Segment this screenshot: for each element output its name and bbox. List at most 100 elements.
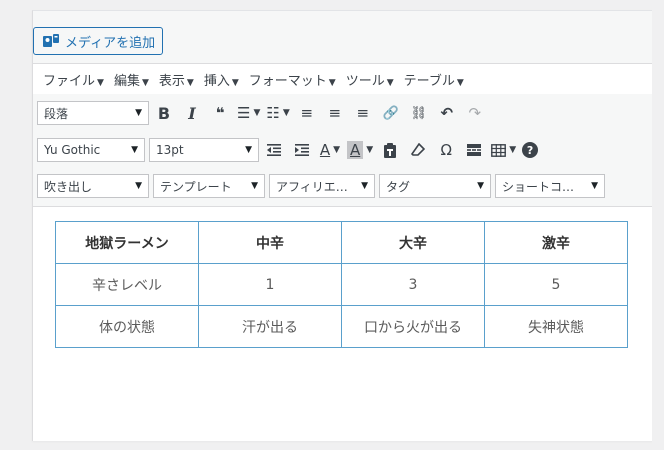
menu-tools-label: ツール xyxy=(345,73,385,89)
paragraph-select[interactable]: 段落 ▼ xyxy=(37,101,149,125)
add-media-label: メディアを追加 xyxy=(65,35,156,51)
chevron-down-icon: ▼ xyxy=(456,77,464,88)
table-header-cell[interactable]: 中辛 xyxy=(198,221,342,264)
table-cell[interactable]: 口から火が出る xyxy=(341,305,485,348)
font-size-select[interactable]: 13pt ▼ xyxy=(149,138,259,162)
affiliate-select-value: アフィリエ… xyxy=(276,179,348,194)
balloon-select[interactable]: 吹き出し ▼ xyxy=(37,174,149,198)
table-cell[interactable]: 辛さレベル xyxy=(55,263,199,306)
redo-icon[interactable]: ↷ xyxy=(464,101,486,125)
editor-content[interactable]: 地獄ラーメン 中辛 大辛 激辛 辛さレベル 1 3 5 体の状態 汗が出る 口か… xyxy=(55,221,628,348)
chevron-down-icon: ▼ xyxy=(131,145,138,155)
table-cell[interactable]: 体の状態 xyxy=(55,305,199,348)
affiliate-select[interactable]: アフィリエ… ▼ xyxy=(269,174,375,198)
help-icon[interactable]: ? xyxy=(522,142,539,158)
unlink-icon[interactable]: ⛓ xyxy=(408,101,430,125)
chevron-down-icon: ▼ xyxy=(135,181,142,191)
editor-menubar: ファイル ▼ 編集 ▼ 表示 ▼ 挿入 ▼ フォーマット ▼ ツール ▼ テーブル ▼ xyxy=(33,63,653,95)
media-icon xyxy=(43,34,59,47)
table-header-cell[interactable]: 大辛 xyxy=(341,221,485,264)
table-cell[interactable]: 汗が出る xyxy=(198,305,342,348)
link-icon[interactable]: 🔗 xyxy=(380,101,402,125)
right-edge xyxy=(652,10,664,450)
chevron-down-icon: ▼ xyxy=(231,77,239,88)
background-color-icon: A xyxy=(347,141,364,159)
chevron-down-icon: ▼ xyxy=(245,145,252,155)
table-cell[interactable]: 失神状態 xyxy=(484,305,628,348)
balloon-select-value: 吹き出し xyxy=(44,179,93,194)
paste-text-icon[interactable] xyxy=(379,138,401,162)
table-icon xyxy=(491,143,507,157)
align-right-icon[interactable]: ≡ xyxy=(352,101,374,125)
table-button[interactable]: ▼ xyxy=(491,138,516,162)
bullet-list-button[interactable]: ☰ ▼ xyxy=(237,101,260,125)
chevron-down-icon: ▼ xyxy=(591,181,598,191)
table-row: 辛さレベル 1 3 5 xyxy=(55,263,628,306)
table-row: 体の状態 汗が出る 口から火が出る 失神状態 xyxy=(55,305,628,348)
template-select-value: テンプレート xyxy=(160,179,232,194)
chevron-down-icon: ▼ xyxy=(253,108,261,118)
shortcode-select[interactable]: ショートコ… ▼ xyxy=(495,174,605,198)
special-character-icon[interactable]: Ω xyxy=(435,138,457,162)
add-media-button[interactable]: メディアを追加 xyxy=(33,27,163,55)
italic-button[interactable]: I xyxy=(181,101,203,125)
undo-icon[interactable]: ↶ xyxy=(436,101,458,125)
text-color-icon: A xyxy=(319,141,331,159)
read-more-icon[interactable] xyxy=(463,138,485,162)
editor-toolbars: 段落 ▼ B I ❝ ☰ ▼ ☷ ▼ ≡ ≡ ≡ 🔗 ⛓ ↶ ↷ Yu Gothic ▼… xyxy=(33,94,653,207)
numbered-list-button[interactable]: ☷ ▼ xyxy=(266,101,289,125)
chevron-down-icon: ▼ xyxy=(135,108,142,118)
chevron-down-icon: ▼ xyxy=(509,145,517,155)
chevron-down-icon: ▼ xyxy=(97,77,104,88)
chevron-down-icon: ▼ xyxy=(186,77,194,88)
chevron-down-icon: ▼ xyxy=(282,108,290,118)
template-select[interactable]: テンプレート ▼ xyxy=(153,174,265,198)
blockquote-icon[interactable]: ❝ xyxy=(209,101,231,125)
menu-insert[interactable]: 挿入 ▼ xyxy=(204,70,239,89)
background-color-button[interactable]: A ▼ xyxy=(347,138,373,162)
menu-file-label: ファイル xyxy=(43,73,96,89)
menu-format-label: フォーマット xyxy=(248,73,327,89)
menu-table-label: テーブル xyxy=(403,73,455,89)
paragraph-select-value: 段落 xyxy=(44,106,69,121)
toolbar-row-2: Yu Gothic ▼ 13pt ▼ A ▼ A ▼ Ω ▼ ? xyxy=(37,136,544,164)
menu-view[interactable]: 表示 ▼ xyxy=(159,70,194,89)
editor-panel: メディアを追加 ファイル ▼ 編集 ▼ 表示 ▼ 挿入 ▼ フォーマット ▼ ツール ▼ テ… xyxy=(32,10,653,441)
media-strip: メディアを追加 xyxy=(33,11,653,63)
content-table[interactable]: 地獄ラーメン 中辛 大辛 激辛 辛さレベル 1 3 5 体の状態 汗が出る 口か… xyxy=(55,221,628,348)
table-cell[interactable]: 5 xyxy=(484,263,628,306)
font-size-value: 13pt xyxy=(156,143,184,157)
menu-tools[interactable]: ツール ▼ xyxy=(346,70,394,89)
text-color-button[interactable]: A ▼ xyxy=(319,138,341,162)
chevron-down-icon: ▼ xyxy=(251,181,258,191)
shortcode-select-value: ショートコ… xyxy=(502,179,575,194)
table-cell[interactable]: 1 xyxy=(198,263,342,306)
toolbar-row-1: 段落 ▼ B I ❝ ☰ ▼ ☷ ▼ ≡ ≡ ≡ 🔗 ⛓ ↶ ↷ xyxy=(37,99,492,127)
chevron-down-icon: ▼ xyxy=(333,145,341,155)
tag-select-value: タグ xyxy=(386,179,411,194)
font-family-value: Yu Gothic xyxy=(44,143,101,157)
bold-button[interactable]: B xyxy=(153,101,175,125)
menu-format[interactable]: フォーマット ▼ xyxy=(249,70,336,89)
tag-select[interactable]: タグ ▼ xyxy=(379,174,491,198)
menu-edit[interactable]: 編集 ▼ xyxy=(114,70,149,89)
align-center-icon[interactable]: ≡ xyxy=(324,101,346,125)
menu-file[interactable]: ファイル ▼ xyxy=(43,70,104,89)
align-left-icon[interactable]: ≡ xyxy=(296,101,318,125)
chevron-down-icon: ▼ xyxy=(361,181,368,191)
outdent-icon[interactable] xyxy=(263,138,285,162)
indent-icon[interactable] xyxy=(291,138,313,162)
table-cell[interactable]: 3 xyxy=(341,263,485,306)
menu-insert-label: 挿入 xyxy=(203,73,230,89)
menu-table[interactable]: テーブル ▼ xyxy=(404,70,464,89)
table-header-cell[interactable]: 地獄ラーメン xyxy=(55,221,199,264)
menu-edit-label: 編集 xyxy=(113,73,140,89)
font-family-select[interactable]: Yu Gothic ▼ xyxy=(37,138,145,162)
chevron-down-icon: ▼ xyxy=(328,77,336,88)
numbered-list-icon: ☷ xyxy=(266,104,280,122)
bullet-list-icon: ☰ xyxy=(237,104,251,122)
toolbar-row-3: 吹き出し ▼ テンプレート ▼ アフィリエ… ▼ タグ ▼ ショートコ… ▼ xyxy=(37,172,609,200)
chevron-down-icon: ▼ xyxy=(141,77,149,88)
table-header-cell[interactable]: 激辛 xyxy=(484,221,628,264)
clear-formatting-icon[interactable] xyxy=(407,138,429,162)
